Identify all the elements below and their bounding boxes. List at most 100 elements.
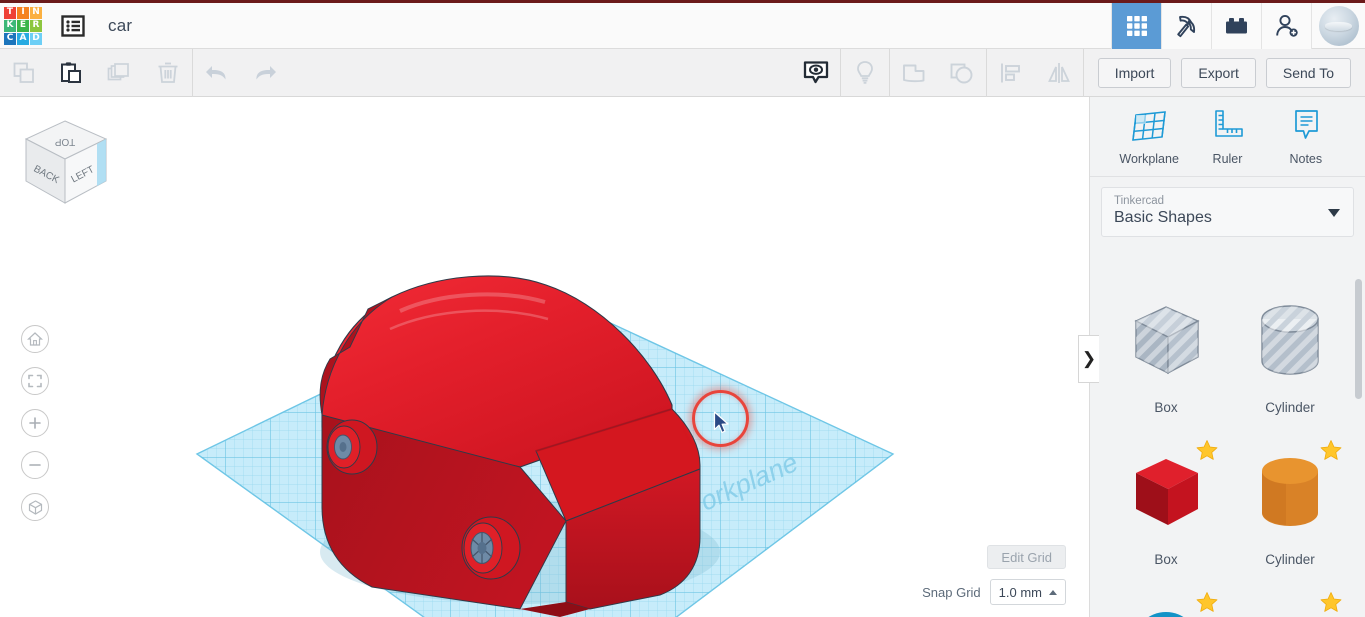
align-icon[interactable]: [987, 49, 1035, 97]
copy-icon[interactable]: [0, 49, 48, 97]
notes-bubble-icon: [1286, 107, 1326, 145]
tinkercad-editor: T I N K E R C A D car: [0, 0, 1365, 617]
edit-grid-button[interactable]: Edit Grid: [987, 545, 1066, 569]
editor-toolbar: Import Export Send To: [0, 49, 1365, 97]
send-to-button[interactable]: Send To: [1266, 58, 1351, 88]
redo-icon[interactable]: [241, 49, 289, 97]
chevron-down-icon: [1328, 209, 1340, 217]
snap-grid-value: 1.0 mm: [999, 585, 1042, 600]
panel-scrollbar-track[interactable]: [1357, 271, 1364, 611]
tinkercad-logo[interactable]: T I N K E R C A D: [4, 7, 42, 45]
logo-tile-k: K: [4, 20, 16, 32]
export-button[interactable]: Export: [1181, 58, 1255, 88]
workplane-tool[interactable]: Workplane: [1113, 107, 1185, 166]
panel-tool-row: Workplane Ruler: [1090, 97, 1365, 177]
shape-item-hole-cylinder[interactable]: Cylinder: [1228, 279, 1352, 431]
snap-grid-label: Snap Grid: [922, 585, 981, 600]
view-cube[interactable]: TOP BACK LEFT: [18, 115, 112, 209]
3d-viewport[interactable]: Workplane: [0, 97, 1088, 617]
shape-item-solid-sphere[interactable]: [1104, 583, 1228, 617]
view-cube-top-label: TOP: [54, 136, 75, 147]
panel-scrollbar-thumb[interactable]: [1355, 279, 1362, 399]
undo-icon[interactable]: [193, 49, 241, 97]
action-buttons: Import Export Send To: [1084, 58, 1365, 88]
favorite-star-icon: [1196, 439, 1218, 461]
mirror-flip-icon[interactable]: [1035, 49, 1083, 97]
favorite-star-icon: [1320, 591, 1342, 613]
shape-label-hole-box: Box: [1154, 400, 1177, 415]
library-dropdown[interactable]: Tinkercad Basic Shapes: [1101, 187, 1354, 237]
panel-collapse-toggle[interactable]: ❯: [1078, 335, 1099, 383]
history-tools: [193, 49, 289, 97]
workplane-grid-icon: [1129, 107, 1169, 145]
library-dropdown-wrap: Tinkercad Basic Shapes: [1090, 177, 1365, 246]
fit-to-screen-icon[interactable]: [21, 367, 49, 395]
favorite-star-icon: [1320, 439, 1342, 461]
grid-apps-icon[interactable]: [1111, 3, 1161, 49]
show-hide-eye-icon[interactable]: [792, 49, 840, 97]
shapes-panel: Workplane Ruler: [1089, 97, 1365, 617]
lego-brick-icon[interactable]: [1211, 3, 1261, 49]
align-tools: [987, 49, 1083, 97]
app-header: T I N K E R C A D car: [0, 3, 1365, 49]
home-view-icon[interactable]: [21, 325, 49, 353]
logo-tile-t: T: [4, 7, 16, 19]
light-bulb-icon[interactable]: [841, 49, 889, 97]
snap-grid-row: Snap Grid 1.0 mm: [922, 579, 1066, 605]
shape-label-solid-cylinder: Cylinder: [1265, 552, 1315, 567]
group-tools: [890, 49, 986, 97]
logo-tile-n: N: [30, 7, 42, 19]
logo-tile-a: A: [17, 33, 29, 45]
duplicate-icon[interactable]: [96, 49, 144, 97]
shape-item-hole-box[interactable]: Box: [1104, 279, 1228, 431]
visibility-tools: [792, 49, 840, 97]
favorite-star-icon: [1196, 591, 1218, 613]
logo-tile-r: R: [30, 20, 42, 32]
zoom-out-icon[interactable]: [21, 451, 49, 479]
caret-up-icon: [1049, 590, 1057, 595]
car-wheel-front: [462, 517, 520, 579]
logo-tile-e: E: [17, 20, 29, 32]
car-wheel-rear: [327, 420, 377, 474]
shape-item-text-shape[interactable]: ab: [1228, 583, 1352, 617]
grid-controls: Edit Grid Snap Grid 1.0 mm: [922, 545, 1066, 605]
logo-tile-c: C: [4, 33, 16, 45]
workplane-tool-label: Workplane: [1119, 152, 1179, 166]
notes-tool-label: Notes: [1289, 152, 1322, 166]
logo-tile-i: I: [17, 7, 29, 19]
ruler-tool[interactable]: Ruler: [1191, 107, 1263, 166]
ungroup-icon[interactable]: [938, 49, 986, 97]
clipboard-tools: [0, 49, 192, 97]
shape-label-hole-cylinder: Cylinder: [1265, 400, 1315, 415]
workplane-scene: Workplane: [0, 97, 1088, 617]
ruler-icon: [1207, 107, 1247, 145]
perspective-ortho-icon[interactable]: [21, 493, 49, 521]
paste-icon[interactable]: [48, 49, 96, 97]
hole-box-icon: [1118, 293, 1214, 389]
notes-tool[interactable]: Notes: [1270, 107, 1342, 166]
hole-cylinder-icon: [1242, 293, 1338, 389]
import-button[interactable]: Import: [1098, 58, 1172, 88]
minecraft-pickaxe-icon[interactable]: [1161, 3, 1211, 49]
document-title[interactable]: car: [108, 16, 132, 36]
snap-grid-select[interactable]: 1.0 mm: [990, 579, 1066, 605]
avatar[interactable]: [1311, 3, 1365, 49]
shape-item-solid-box[interactable]: Box: [1104, 431, 1228, 583]
ruler-tool-label: Ruler: [1213, 152, 1243, 166]
shape-label-solid-box: Box: [1154, 552, 1177, 567]
library-selected-value: Basic Shapes: [1114, 209, 1341, 227]
list-menu-icon[interactable]: [56, 11, 90, 41]
header-right-icons: [1111, 3, 1365, 49]
viewport-nav-controls: [21, 325, 49, 535]
shapes-grid: Box Cylinder: [1090, 267, 1365, 617]
logo-tile-d: D: [30, 33, 42, 45]
avatar-image: [1319, 6, 1359, 46]
library-group-label: Tinkercad: [1114, 195, 1341, 207]
zoom-in-icon[interactable]: [21, 409, 49, 437]
shape-item-solid-cylinder[interactable]: Cylinder: [1228, 431, 1352, 583]
invite-person-icon[interactable]: [1261, 3, 1311, 49]
delete-trash-icon[interactable]: [144, 49, 192, 97]
light-tools: [841, 49, 889, 97]
shapes-scroll-area[interactable]: Box Cylinder: [1090, 267, 1365, 617]
group-icon[interactable]: [890, 49, 938, 97]
